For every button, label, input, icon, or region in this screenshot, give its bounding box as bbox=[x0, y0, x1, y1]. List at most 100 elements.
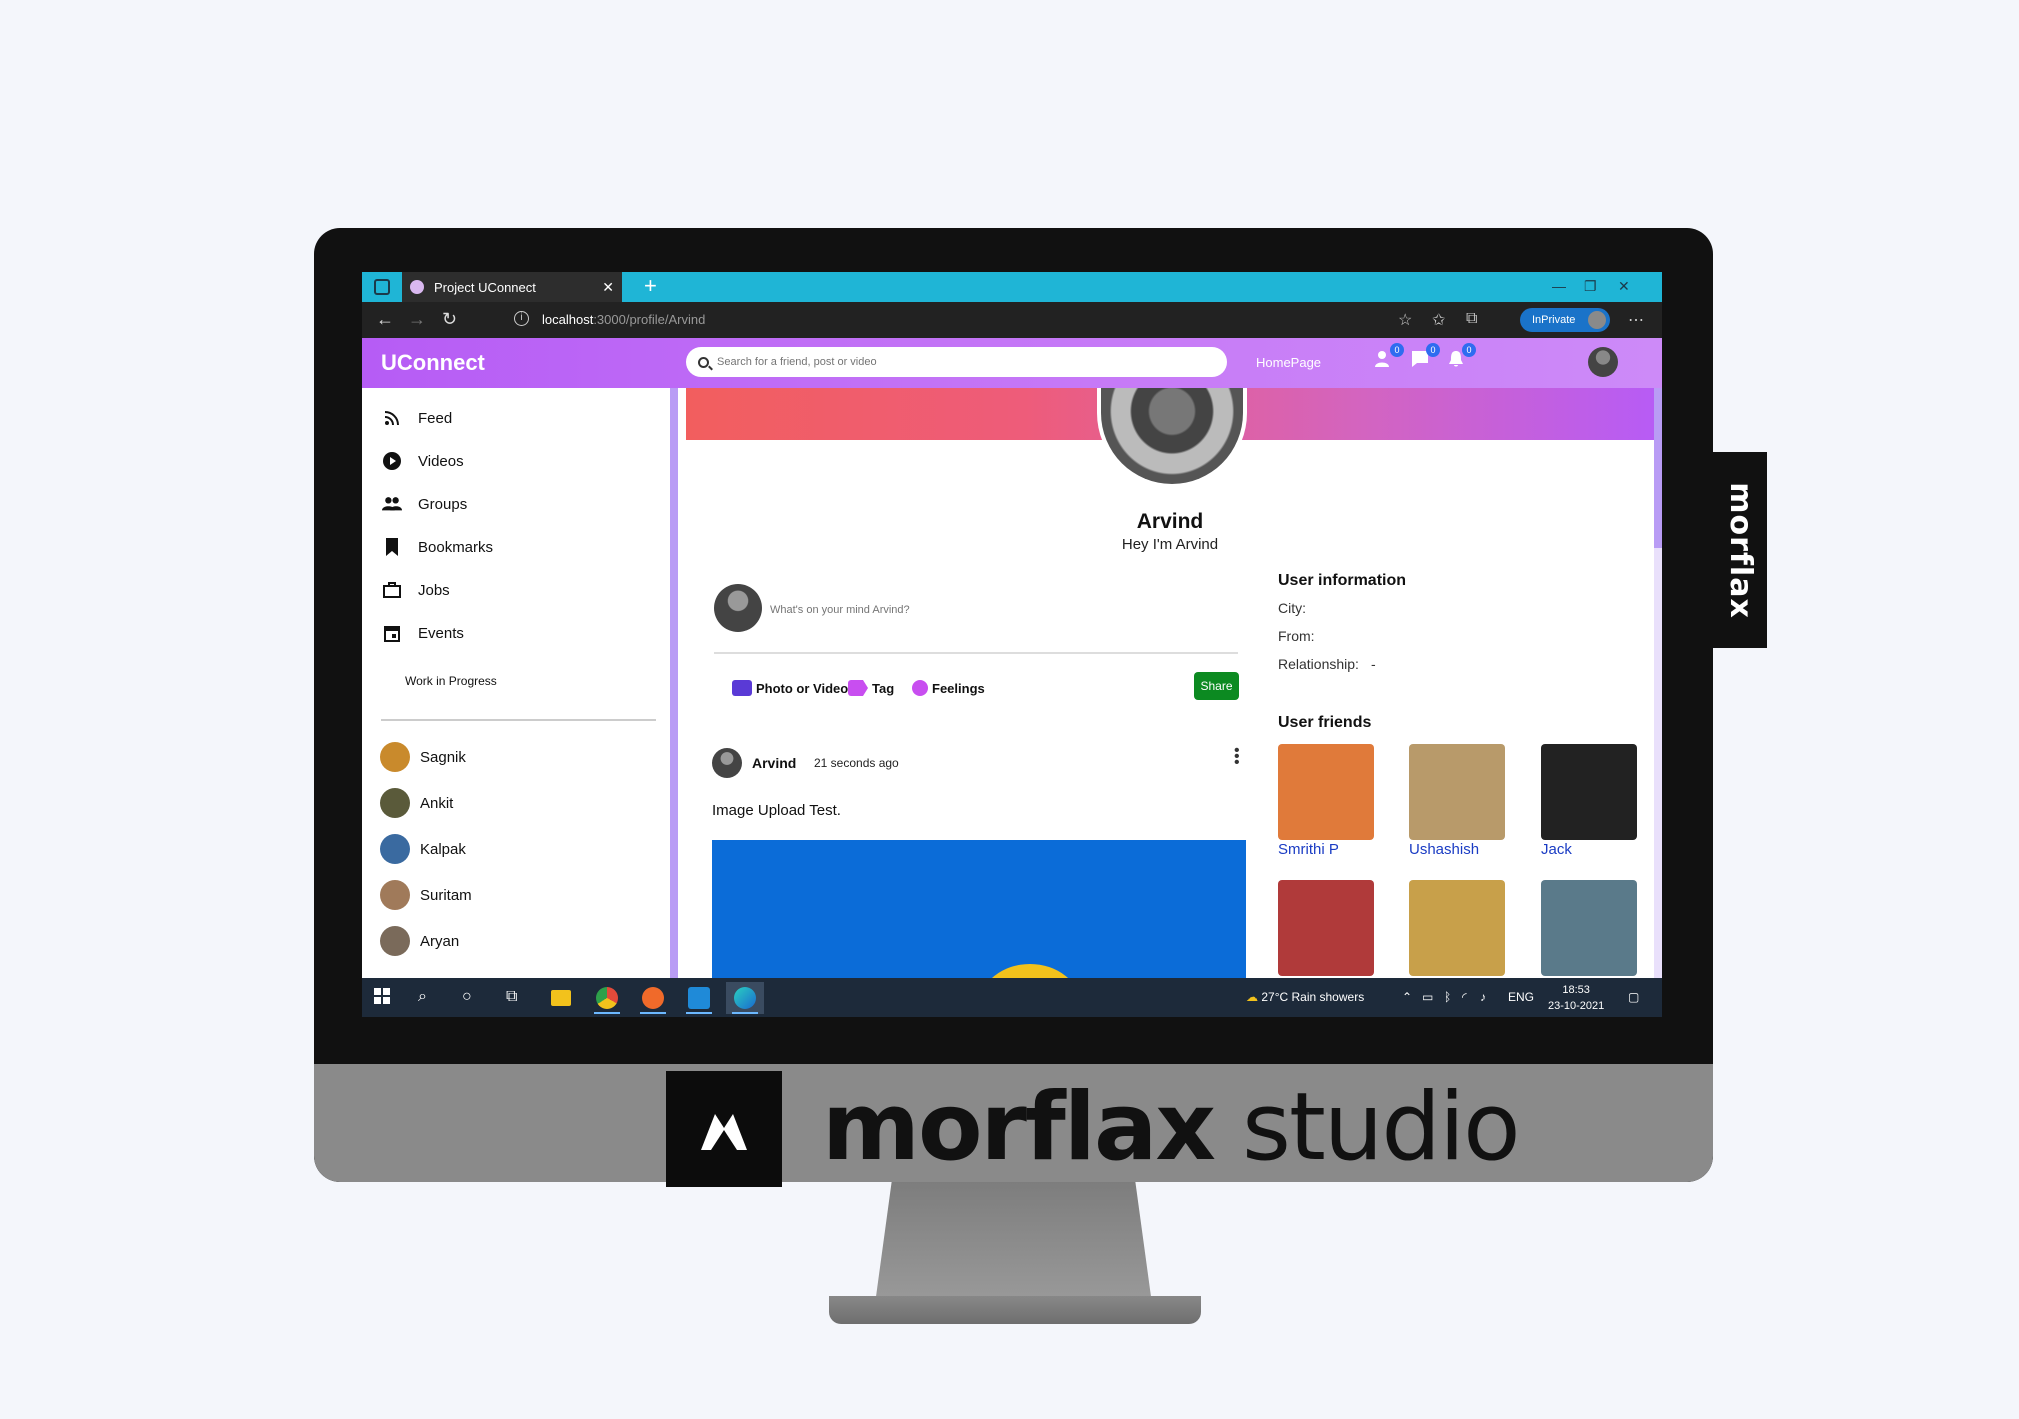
task-view-icon[interactable]: ⧉ bbox=[506, 988, 517, 1006]
collections-icon[interactable]: ⧉ bbox=[1466, 310, 1477, 328]
friend-requests-icon[interactable]: 0 bbox=[1374, 343, 1404, 373]
chrome-icon[interactable] bbox=[588, 982, 626, 1014]
tag-icon bbox=[848, 680, 868, 696]
screen: Project UConnect ✕ + — ❐ ✕ ← → ↻ i local… bbox=[362, 272, 1662, 1017]
more-vert-icon[interactable]: • • • bbox=[1234, 743, 1240, 771]
share-button[interactable]: Share bbox=[1194, 672, 1239, 700]
weather-widget[interactable]: ☁ 27°C Rain showers bbox=[1246, 990, 1364, 1004]
minimize-icon[interactable]: — bbox=[1552, 278, 1566, 294]
new-tab-button[interactable]: + bbox=[644, 275, 657, 297]
post-author-avatar[interactable] bbox=[712, 748, 742, 778]
wifi-icon[interactable]: ◜ bbox=[1462, 990, 1467, 1004]
tag-option[interactable]: Tag bbox=[848, 680, 894, 696]
profile-picture[interactable] bbox=[1097, 388, 1247, 488]
browser-tab-bar: Project UConnect ✕ + — ❐ ✕ bbox=[362, 272, 1662, 302]
brand-logo-mark bbox=[701, 1114, 747, 1150]
more-menu-icon[interactable]: ⋯ bbox=[1628, 310, 1644, 330]
sidebar-friend[interactable]: Aryan bbox=[380, 926, 459, 956]
friend-name: Suritam bbox=[420, 886, 472, 904]
sidebar-item-feed[interactable]: Feed bbox=[382, 406, 452, 430]
add-favorite-icon[interactable]: ☆ bbox=[1398, 310, 1412, 330]
sidebar: Feed Videos Groups Bookmarks Jobs Events… bbox=[362, 388, 678, 978]
site-info-icon[interactable]: i bbox=[514, 311, 529, 326]
search-bar[interactable] bbox=[686, 347, 1227, 377]
photo-video-option[interactable]: Photo or Video bbox=[732, 680, 848, 696]
app-logo[interactable]: UConnect bbox=[381, 350, 485, 376]
post-image[interactable] bbox=[712, 840, 1246, 978]
friend-card[interactable]: Jack bbox=[1541, 744, 1637, 858]
sidebar-friend[interactable]: Suritam bbox=[380, 880, 472, 910]
sidebar-item-bookmarks[interactable]: Bookmarks bbox=[382, 535, 493, 559]
brand-wordmark: morflax studio bbox=[822, 1076, 1521, 1180]
bluetooth-icon[interactable]: ᛒ bbox=[1444, 990, 1451, 1004]
close-window-icon[interactable]: ✕ bbox=[1618, 278, 1630, 295]
battery-icon[interactable]: ▭ bbox=[1422, 990, 1433, 1004]
browser-tab[interactable]: Project UConnect ✕ bbox=[402, 272, 622, 302]
friend-card[interactable]: Ushashish bbox=[1409, 744, 1505, 858]
friend-photo bbox=[1541, 744, 1637, 840]
friend-name: Ankit bbox=[420, 794, 454, 812]
edge-icon[interactable] bbox=[726, 982, 764, 1014]
sidebar-item-videos[interactable]: Videos bbox=[382, 449, 464, 473]
refresh-icon[interactable]: ↻ bbox=[442, 309, 457, 330]
work-in-progress-label: Work in Progress bbox=[405, 674, 497, 688]
sidebar-item-events[interactable]: Events bbox=[382, 621, 464, 645]
sidebar-friend[interactable]: Sagnik bbox=[380, 742, 466, 772]
search-input[interactable] bbox=[717, 356, 1197, 368]
file-explorer-icon[interactable] bbox=[542, 982, 580, 1014]
feelings-label: Feelings bbox=[932, 680, 985, 696]
sidebar-item-label: Videos bbox=[418, 452, 464, 470]
sidebar-divider bbox=[381, 719, 656, 721]
homepage-link[interactable]: HomePage bbox=[1256, 355, 1321, 370]
weather-text: 27°C Rain showers bbox=[1261, 990, 1365, 1004]
tray-chevron-icon[interactable]: ⌃ bbox=[1402, 990, 1412, 1004]
friend-card[interactable] bbox=[1409, 880, 1505, 977]
main-scrollbar[interactable] bbox=[1654, 388, 1662, 978]
inprivate-badge[interactable]: InPrivate bbox=[1520, 308, 1610, 332]
from-label: From: bbox=[1278, 628, 1315, 644]
friend-name: Sagnik bbox=[420, 748, 466, 766]
vscode-icon[interactable] bbox=[680, 982, 718, 1014]
city-label: City: bbox=[1278, 600, 1306, 616]
photo-video-label: Photo or Video bbox=[756, 680, 849, 696]
back-arrow-icon[interactable]: ← bbox=[376, 309, 394, 330]
group-icon bbox=[382, 494, 402, 514]
postman-icon[interactable] bbox=[634, 982, 672, 1014]
cortana-icon[interactable]: ○ bbox=[462, 988, 472, 1006]
notifications-icon[interactable]: 0 bbox=[1446, 343, 1476, 373]
monitor-stand-neck bbox=[875, 1182, 1152, 1304]
post-card: Arvind 21 seconds ago • • • Image Upload T… bbox=[704, 738, 1249, 978]
favorites-icon[interactable]: ✩ bbox=[1432, 310, 1445, 330]
side-brand-text: morflax bbox=[1722, 481, 1758, 619]
volume-icon[interactable]: ♪ bbox=[1480, 990, 1486, 1004]
feelings-option[interactable]: Feelings bbox=[912, 680, 985, 696]
sidebar-friend[interactable]: Kalpak bbox=[380, 834, 466, 864]
friend-card[interactable]: Smrithi P bbox=[1278, 744, 1374, 858]
sidebar-item-label: Events bbox=[418, 624, 464, 642]
friend-card[interactable] bbox=[1278, 880, 1374, 977]
share-avatar bbox=[714, 584, 762, 632]
windows-start-icon[interactable] bbox=[374, 988, 390, 1009]
tab-actions-icon[interactable] bbox=[374, 279, 390, 295]
restore-icon[interactable]: ❐ bbox=[1584, 278, 1597, 295]
forward-arrow-icon[interactable]: → bbox=[408, 309, 426, 330]
play-circle-icon bbox=[382, 451, 402, 471]
friend-card[interactable] bbox=[1541, 880, 1637, 977]
language-indicator[interactable]: ENG bbox=[1508, 990, 1534, 1004]
sidebar-item-jobs[interactable]: Jobs bbox=[382, 578, 450, 602]
clock[interactable]: 18:53 23-10-2021 bbox=[1548, 982, 1604, 1014]
notification-center-icon[interactable]: ▢ bbox=[1628, 990, 1639, 1004]
url-field[interactable]: localhost:3000/profile/Arvind bbox=[542, 312, 705, 327]
post-author[interactable]: Arvind bbox=[752, 755, 796, 771]
friend-card-name: Jack bbox=[1541, 841, 1572, 858]
sidebar-friend[interactable]: Ankit bbox=[380, 788, 453, 818]
friend-name: Kalpak bbox=[420, 840, 466, 858]
sidebar-item-groups[interactable]: Groups bbox=[382, 492, 467, 516]
header-avatar[interactable] bbox=[1588, 347, 1618, 377]
share-input[interactable] bbox=[770, 604, 1070, 616]
messages-icon[interactable]: 0 bbox=[1410, 343, 1440, 373]
taskbar-search-icon[interactable]: ⌕ bbox=[418, 988, 427, 1006]
friend-avatar bbox=[380, 834, 410, 864]
side-brand-tab: morflax bbox=[1713, 452, 1767, 648]
close-tab-icon[interactable]: ✕ bbox=[602, 279, 614, 296]
